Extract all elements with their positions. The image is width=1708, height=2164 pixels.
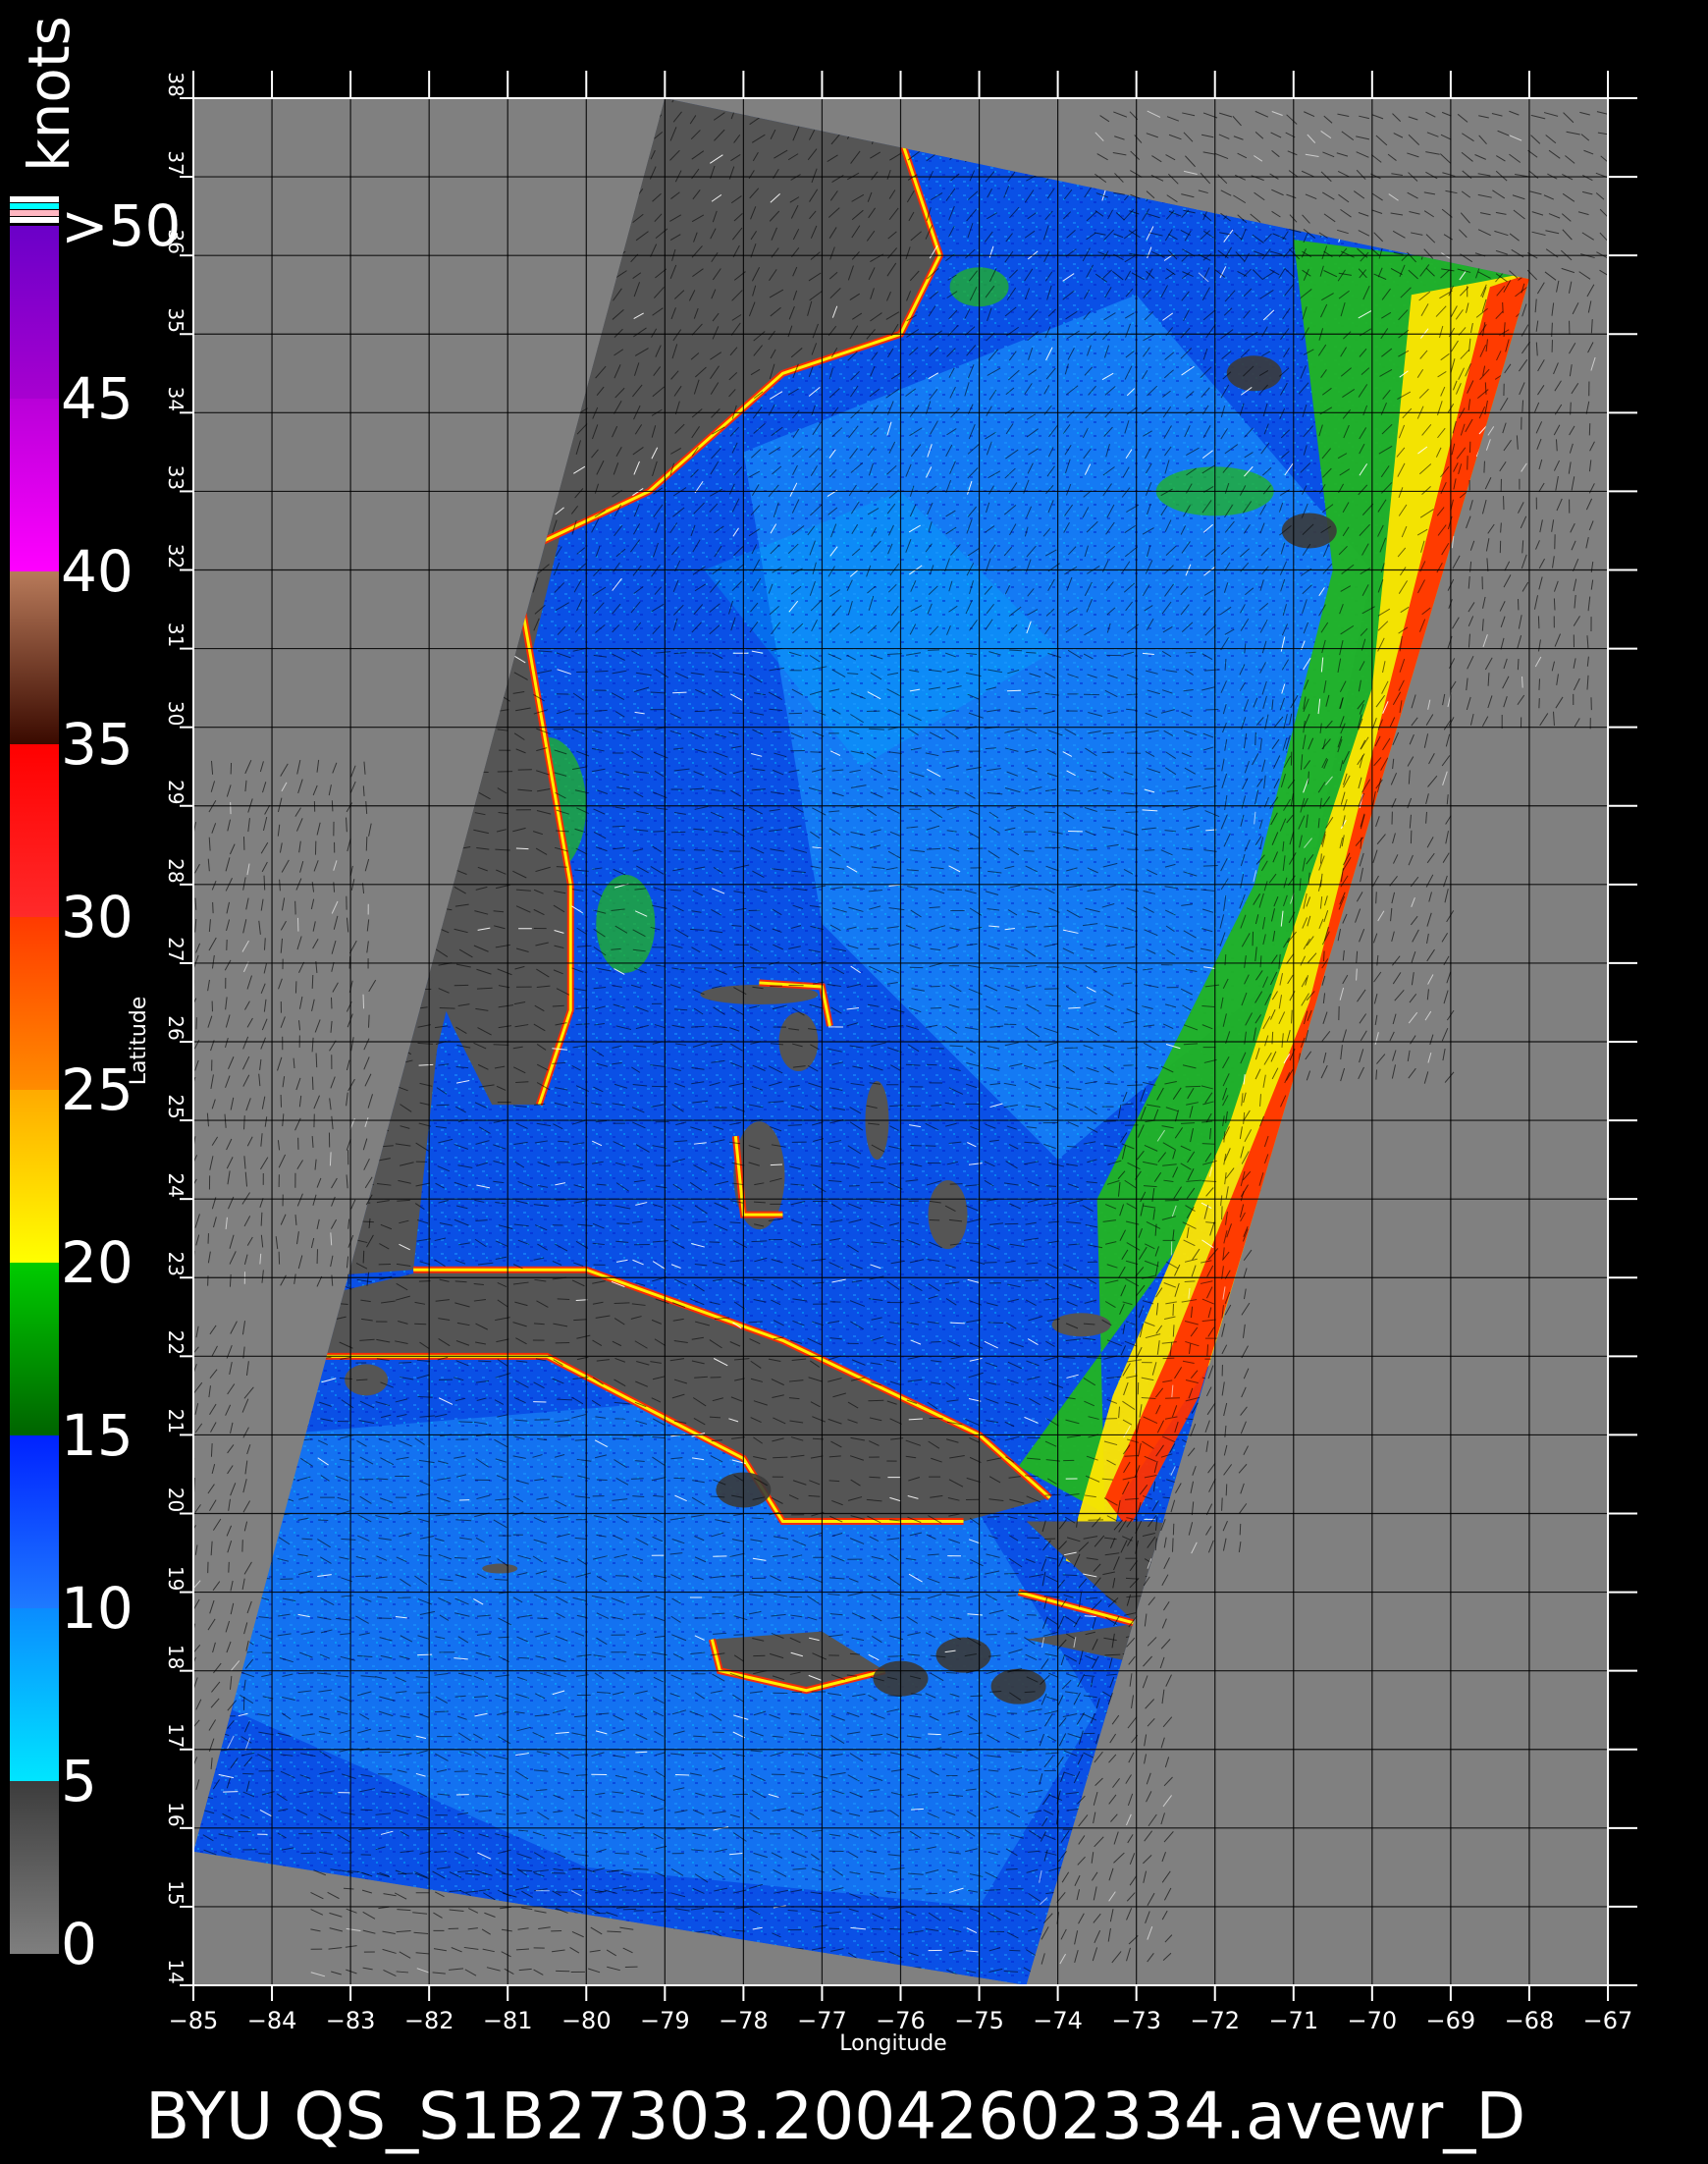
colorbar-overflow-stripe (10, 196, 59, 202)
longitude-tick-label: −84 (247, 2007, 297, 2034)
colorbar-segment (10, 917, 59, 1090)
longitude-tick-label: −68 (1505, 2007, 1555, 2034)
colorbar-label: 35 (61, 711, 133, 778)
y-axis-label: Latitude (127, 997, 151, 1086)
latitude-tick-label: 20 (164, 1488, 187, 1512)
x-axis-label: Longitude (839, 2031, 946, 2056)
longitude-tick-label: −67 (1583, 2007, 1633, 2034)
colorbar-overflow-stripe (10, 210, 59, 216)
longitude-tick-label: −85 (169, 2007, 219, 2034)
longitude-tick-label: −75 (954, 2007, 1004, 2034)
latitude-tick-label: 34 (164, 387, 187, 411)
latitude-tick-label: 16 (164, 1802, 187, 1826)
wind-map-svg: 0 5 10 15 20 25 30 35 40 45 >50 knots −85 −84 −83 −82… (0, 0, 1708, 2160)
latitude-tick-label: 23 (164, 1252, 187, 1276)
latitude-tick-label: 37 (164, 150, 187, 175)
latitude-tick-label: 33 (164, 465, 187, 490)
longitude-tick-label: −79 (640, 2007, 690, 2034)
longitude-tick-label: −73 (1111, 2007, 1161, 2034)
latitude-tick-label: 19 (164, 1566, 187, 1591)
latitude-tick-label: 31 (164, 622, 187, 647)
latitude-tick-label: 21 (164, 1409, 187, 1434)
low-wind-spot (1227, 355, 1282, 391)
figure-title: BYU QS_S1B27303.20042602334.avewr_D (145, 2079, 1525, 2154)
low-wind-spot (1282, 513, 1337, 548)
latitude-tick-label: 28 (164, 858, 187, 883)
colorbar-segment (10, 226, 59, 399)
colorbar-segment (10, 1435, 59, 1608)
colorbar-overflow-stripe (10, 203, 59, 209)
colorbar-segment (10, 1090, 59, 1263)
latitude-tick-label: 32 (164, 544, 187, 568)
latitude-tick-label: 25 (164, 1094, 187, 1118)
colorbar-segment (10, 1608, 59, 1781)
colorbar-label: 5 (61, 1748, 97, 1814)
latitude-tick-label: 38 (164, 72, 187, 96)
longitude-tick-label: −70 (1348, 2007, 1398, 2034)
latitude-tick-label: 22 (164, 1330, 187, 1355)
longitude-tick-label: −74 (1033, 2007, 1083, 2034)
latitude-tick-label: 36 (164, 229, 187, 253)
longitude-tick-label: −72 (1190, 2007, 1240, 2034)
units-label: knots (16, 16, 82, 172)
colorbar-label: 20 (61, 1229, 133, 1296)
low-wind-spot (936, 1638, 991, 1673)
land-inagua (1052, 1313, 1111, 1336)
map-plot-area: −85 −84 −83 −82 −81 −80 −79 −78 −77 −76 −75 −74 −73 −… (164, 71, 1637, 2034)
colorbar-label: 25 (61, 1056, 133, 1123)
longitude-tick-label: −82 (404, 2007, 454, 2034)
colorbar-segment (10, 399, 59, 571)
colorbar-label: 15 (61, 1402, 133, 1469)
longitude-tick-label: −69 (1426, 2007, 1476, 2034)
land-exuma (929, 1180, 968, 1249)
colorbar-segment (10, 1781, 59, 1954)
longitude-tick-label: −81 (483, 2007, 533, 2034)
longitude-tick-label: −78 (719, 2007, 769, 2034)
colorbar-label: 40 (61, 538, 133, 605)
colorbar-legend: 0 5 10 15 20 25 30 35 40 45 >50 (10, 192, 181, 1977)
colorbar-label: 10 (61, 1575, 133, 1642)
latitude-tick-label: 18 (164, 1645, 187, 1669)
colorbar-label: 45 (61, 365, 133, 432)
longitude-tick-label: −83 (326, 2007, 376, 2034)
colorbar-label: 0 (61, 1911, 97, 1977)
latitude-tick-label: 24 (164, 1172, 187, 1197)
colorbar-overflow-stripe (10, 217, 59, 223)
latitude-tick-label: 14 (164, 1959, 187, 1983)
longitude-tick-label: −71 (1268, 2007, 1318, 2034)
colorbar-segment (10, 744, 59, 917)
latitude-tick-label: 26 (164, 1015, 187, 1040)
colorbar-label: 30 (61, 884, 133, 950)
latitude-tick-label: 30 (164, 701, 187, 726)
latitude-tick-label: 27 (164, 937, 187, 961)
longitude-tick-label: −77 (797, 2007, 847, 2034)
longitude-tick-label: −80 (561, 2007, 612, 2034)
wind-map-figure: 0 5 10 15 20 25 30 35 40 45 >50 knots −85 −84 −83 −82… (0, 0, 1708, 2160)
latitude-tick-label: 35 (164, 308, 187, 333)
colorbar-label: >50 (61, 192, 181, 259)
colorbar-segment (10, 1263, 59, 1435)
wind-patch-green (596, 875, 655, 973)
latitude-tick-label: 29 (164, 780, 187, 804)
longitude-tick-label: −76 (876, 2007, 926, 2034)
land-cayman (482, 1564, 517, 1574)
latitude-tick-label: 17 (164, 1723, 187, 1748)
latitude-tick-label: 15 (164, 1880, 187, 1905)
colorbar-segment (10, 571, 59, 744)
